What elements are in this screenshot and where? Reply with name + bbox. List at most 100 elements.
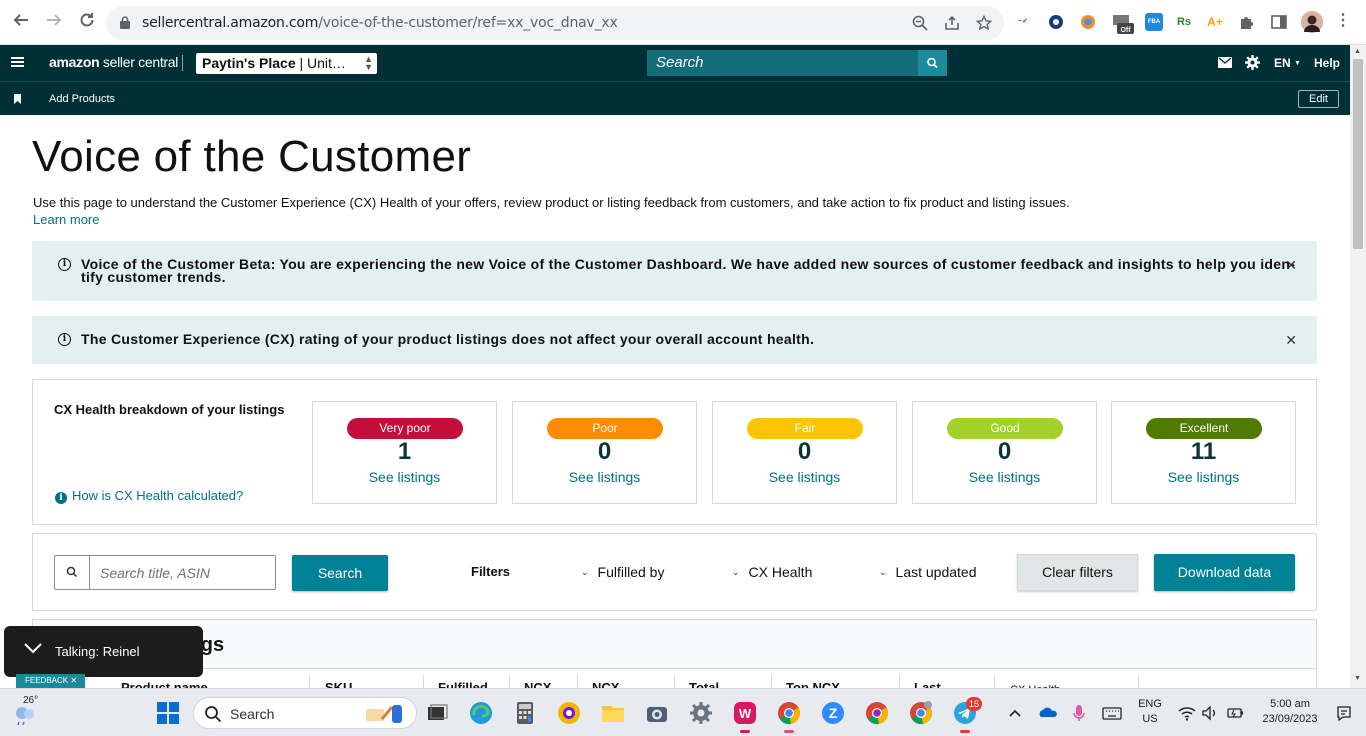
hamburger-menu-icon[interactable]	[11, 57, 24, 68]
wifi-icon[interactable]	[1177, 701, 1197, 725]
page-scrollbar[interactable]: ▲ ▼	[1350, 45, 1366, 688]
clock[interactable]: 5:00 am 23/09/2023	[1254, 698, 1326, 725]
task-view-icon[interactable]	[425, 701, 449, 725]
learn-more-link[interactable]: Learn more	[33, 212, 99, 227]
beta-alert-message: Voice of the Customer Beta: You are expe…	[81, 256, 1296, 285]
language-selector[interactable]: EN ▼	[1274, 56, 1301, 70]
filter-bar: Search title, ASIN Search Filters ⌄ Fulfi…	[32, 533, 1317, 611]
beta-alert: i Voice of the Customer Beta: You are ex…	[32, 241, 1317, 301]
bookmark-star-icon[interactable]	[975, 14, 993, 31]
side-panel-icon[interactable]	[1270, 13, 1288, 31]
extensions-puzzle-icon[interactable]	[1238, 13, 1256, 31]
volume-icon[interactable]	[1201, 701, 1219, 725]
download-data-button[interactable]: Download data	[1154, 554, 1295, 591]
extension-off-icon[interactable]: Off	[1112, 13, 1134, 34]
close-icon[interactable]: ✕	[1285, 332, 1297, 349]
how-cx-health-link[interactable]: i How is CX Health calculated?	[55, 488, 243, 504]
back-icon[interactable]	[10, 11, 32, 33]
add-products-link[interactable]: Add Products	[49, 93, 115, 105]
wps-office-icon[interactable]: W	[733, 701, 757, 733]
calculator-icon[interactable]	[513, 701, 537, 725]
chrome-profile-3-icon[interactable]	[909, 701, 933, 725]
extension-orange-icon[interactable]	[1079, 13, 1097, 31]
header-search-button[interactable]	[918, 50, 947, 76]
settings-icon[interactable]	[689, 701, 713, 725]
file-explorer-icon[interactable]	[601, 701, 625, 725]
listing-search-input[interactable]: Search title, ASIN	[54, 555, 276, 590]
extension-rs-icon[interactable]: Rs	[1175, 13, 1193, 31]
extension-blue-circle-icon[interactable]	[1047, 13, 1065, 31]
notification-badge: 15	[966, 697, 982, 711]
cx-badge: Excellent	[1146, 418, 1262, 439]
see-listings-link[interactable]: See listings	[313, 469, 496, 485]
brave-like-icon[interactable]	[557, 701, 581, 725]
edit-bookmarks-button[interactable]: Edit	[1298, 90, 1339, 108]
close-icon[interactable]: ✕	[70, 676, 77, 685]
lock-icon	[120, 16, 130, 29]
extension-red-icon[interactable]: ~✓	[1014, 13, 1032, 31]
search-button[interactable]: Search	[292, 555, 388, 591]
cx-count: 0	[997, 438, 1012, 465]
notifications-icon[interactable]	[1334, 701, 1354, 725]
header-search: Search	[647, 50, 947, 76]
feedback-tab[interactable]: FEEDBACK ✕	[16, 674, 85, 688]
reload-icon[interactable]	[76, 11, 98, 33]
help-link[interactable]: Help	[1314, 56, 1340, 70]
zoom-icon[interactable]	[912, 15, 928, 31]
chevron-up-icon[interactable]	[1007, 701, 1023, 725]
settings-gear-icon[interactable]	[1245, 55, 1260, 73]
store-selector[interactable]: Paytin's Place | Unit… ▲ ▼	[196, 53, 377, 74]
profile-avatar[interactable]	[1301, 11, 1323, 33]
cx-count: 11	[1190, 438, 1217, 465]
svg-text:Off: Off	[1120, 27, 1131, 34]
microphone-icon[interactable]	[1071, 701, 1087, 725]
onedrive-icon[interactable]	[1038, 701, 1058, 725]
search-icon	[205, 706, 222, 723]
see-listings-link[interactable]: See listings	[913, 469, 1096, 485]
chevron-down-icon[interactable]	[24, 642, 42, 654]
address-bar[interactable]: sellercentral.amazon.com/voice-of-the-cu…	[106, 6, 1004, 40]
taskbar-search[interactable]: Search	[193, 697, 417, 729]
select-arrows-icon: ▲ ▼	[364, 54, 373, 72]
windows-start-icon[interactable]	[156, 701, 180, 725]
chrome-profile-1-icon[interactable]	[777, 701, 801, 733]
cx-health-dropdown[interactable]: ⌄ CX Health	[732, 564, 812, 580]
cx-tile-good: Good 0 See listings	[912, 401, 1097, 504]
clear-filters-button[interactable]: Clear filters	[1017, 554, 1138, 591]
last-updated-dropdown[interactable]: ⌄ Last updated	[879, 564, 977, 580]
svg-text:W: W	[739, 706, 752, 721]
cx-count: 1	[397, 438, 412, 465]
extension-fba-icon[interactable]: FBA	[1145, 13, 1163, 31]
page-title: Voice of the Customer	[32, 132, 472, 181]
input-language[interactable]: ENG US	[1136, 698, 1164, 725]
edge-browser-icon[interactable]	[469, 701, 493, 725]
info-filled-icon: i	[55, 492, 67, 504]
battery-icon[interactable]	[1225, 701, 1245, 725]
see-listings-link[interactable]: See listings	[513, 469, 696, 485]
header-search-input[interactable]: Search	[647, 50, 918, 76]
cx-tile-fair: Fair 0 See listings	[712, 401, 897, 504]
fulfilled-by-dropdown[interactable]: ⌄ Fulfilled by	[581, 564, 664, 580]
mail-icon[interactable]	[1218, 57, 1232, 71]
browser-menu-icon[interactable]: ⋮	[1334, 13, 1352, 31]
amazon-seller-central-logo[interactable]: amazon seller central	[49, 54, 178, 70]
telegram-icon[interactable]: 15	[953, 697, 982, 733]
forward-icon[interactable]	[43, 11, 65, 33]
url-text: sellercentral.amazon.com/voice-of-the-cu…	[142, 15, 618, 31]
seller-central-header: amazon seller central Paytin's Place | U…	[0, 45, 1350, 81]
extension-scout-icon[interactable]: A+	[1206, 13, 1224, 31]
share-icon[interactable]	[944, 15, 960, 31]
close-icon[interactable]: ✕	[1285, 257, 1297, 274]
camera-icon[interactable]	[645, 701, 669, 725]
see-listings-link[interactable]: See listings	[713, 469, 896, 485]
weather-widget[interactable]: 26°	[9, 695, 39, 726]
talking-indicator-popup[interactable]: Talking: Reinel	[4, 626, 203, 677]
scrollbar-thumb[interactable]	[1353, 59, 1363, 249]
windows-taskbar: 26° Search W Z 15 ENG US 5:00 am 23/09/2…	[0, 688, 1366, 736]
keyboard-icon[interactable]	[1101, 701, 1123, 725]
see-listings-link[interactable]: See listings	[1112, 469, 1295, 485]
chrome-profile-2-icon[interactable]	[865, 701, 889, 725]
cx-health-breakdown: CX Health breakdown of your listings i Ho…	[32, 379, 1317, 525]
cx-tile-excellent: Excellent 11 See listings	[1111, 401, 1296, 504]
zoom-app-icon[interactable]: Z	[821, 701, 845, 725]
